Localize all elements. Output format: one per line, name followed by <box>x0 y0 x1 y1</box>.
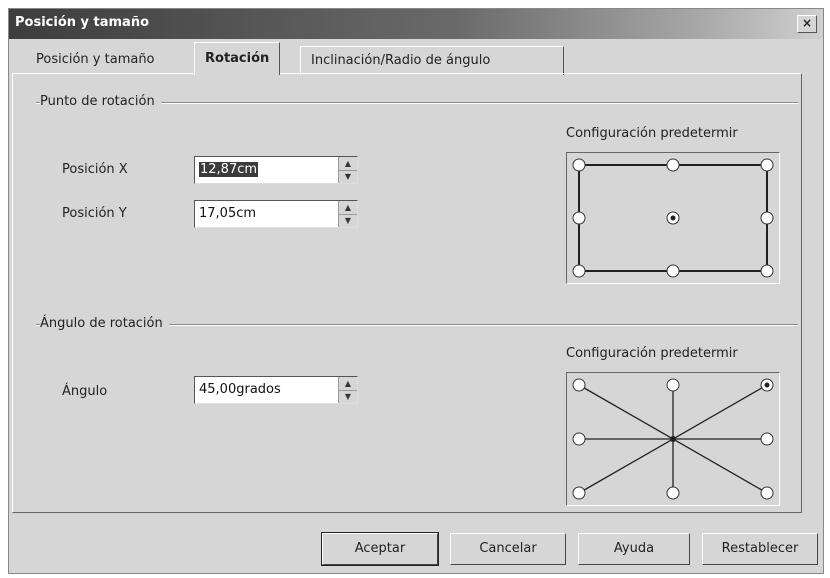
point-radio-middle-left[interactable] <box>572 211 586 225</box>
ok-button[interactable]: Aceptar <box>321 532 439 566</box>
angle-radio-0[interactable] <box>760 432 774 446</box>
close-button[interactable]: × <box>797 15 817 33</box>
title-bar[interactable]: Posición y tamaño × <box>9 9 823 39</box>
window-title: Posición y tamaño <box>15 15 150 30</box>
point-radio-bottom-center[interactable] <box>666 264 680 278</box>
angle-label: Ángulo <box>62 384 108 399</box>
position-x-field[interactable]: 12,87cm ▲ ▼ <box>194 156 358 184</box>
cancel-button[interactable]: Cancelar <box>450 533 566 565</box>
angle-radio-180[interactable] <box>572 432 586 446</box>
tab-rotation[interactable]: Rotación <box>194 42 281 75</box>
spin-up-icon[interactable]: ▲ <box>339 201 357 215</box>
angle-radio-315[interactable] <box>760 486 774 500</box>
rotation-angle-heading: Ángulo de rotación <box>40 316 169 331</box>
tab-slant-corner-radius[interactable]: Inclinación/Radio de ángulo <box>300 46 564 75</box>
position-y-field[interactable]: 17,05cm ▲ ▼ <box>194 200 358 228</box>
position-y-spinner: ▲ ▼ <box>338 201 357 227</box>
position-x-value: 12,87cm <box>199 162 259 177</box>
position-x-spinner: ▲ ▼ <box>338 157 357 183</box>
spin-down-icon[interactable]: ▼ <box>339 390 357 403</box>
point-radio-top-center[interactable] <box>666 158 680 172</box>
point-radio-middle-right[interactable] <box>760 211 774 225</box>
reset-button[interactable]: Restablecer <box>702 533 818 565</box>
point-radio-top-right[interactable] <box>760 158 774 172</box>
tab-position-size[interactable]: Posición y tamaño <box>26 46 165 74</box>
spin-up-icon[interactable]: ▲ <box>339 377 357 391</box>
rotation-angle-preset-label: Configuración predetermir <box>566 346 738 361</box>
angle-spinner: ▲ ▼ <box>338 377 357 403</box>
rotation-point-preset-label: Configuración predetermir <box>566 126 738 141</box>
point-radio-top-left[interactable] <box>572 158 586 172</box>
rotation-angle-preset-grid[interactable] <box>566 372 780 506</box>
spin-up-icon[interactable]: ▲ <box>339 157 357 171</box>
angle-radio-90[interactable] <box>666 378 680 392</box>
help-button[interactable]: Ayuda <box>578 533 690 565</box>
angle-value: 45,00grados <box>199 382 281 397</box>
position-x-label: Posición X <box>62 162 128 177</box>
close-icon: × <box>801 16 813 30</box>
point-radio-center[interactable] <box>666 211 680 225</box>
point-radio-bottom-left[interactable] <box>572 264 586 278</box>
rotation-point-heading: Punto de rotación <box>40 94 161 109</box>
spin-down-icon[interactable]: ▼ <box>339 170 357 183</box>
point-radio-bottom-right[interactable] <box>760 264 774 278</box>
rotation-point-grid-graphic <box>572 158 774 278</box>
angle-radio-45[interactable] <box>760 378 774 392</box>
rotation-point-preset-grid[interactable] <box>566 152 780 284</box>
spin-down-icon[interactable]: ▼ <box>339 214 357 227</box>
rotation-angle-grid-graphic <box>572 378 774 500</box>
angle-radio-225[interactable] <box>572 486 586 500</box>
angle-radio-135[interactable] <box>572 378 586 392</box>
position-y-label: Posición Y <box>62 206 127 221</box>
pivot-point <box>670 436 676 442</box>
angle-radio-270[interactable] <box>666 486 680 500</box>
position-y-value: 17,05cm <box>199 206 257 221</box>
angle-field[interactable]: 45,00grados ▲ ▼ <box>194 376 358 404</box>
